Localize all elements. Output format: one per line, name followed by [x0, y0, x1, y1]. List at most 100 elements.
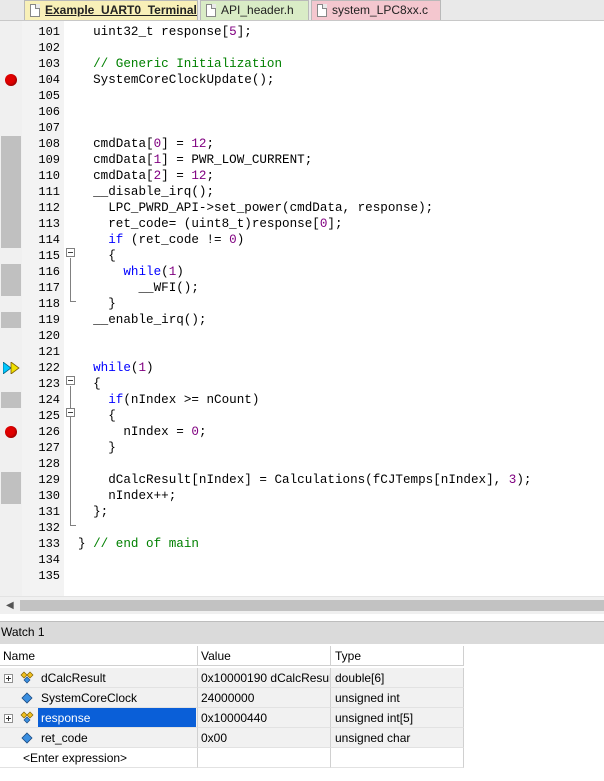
horizontal-scrollbar[interactable]: ◀	[0, 596, 604, 614]
code-text[interactable]: if (ret_code != 0)	[78, 232, 244, 248]
code-line[interactable]: 112 LPC_PWRD_API->set_power(cmdData, res…	[0, 200, 604, 216]
line-number: 121	[38, 345, 60, 359]
code-text[interactable]: nIndex++;	[78, 488, 176, 504]
tab-api-header[interactable]: API_header.h	[200, 0, 309, 20]
code-line[interactable]: 106	[0, 104, 604, 120]
code-text[interactable]: {	[78, 376, 101, 392]
code-line[interactable]: 104 SystemCoreClockUpdate();	[0, 72, 604, 88]
line-number: 135	[38, 569, 60, 583]
code-line[interactable]: 107	[0, 120, 604, 136]
expand-plus-icon[interactable]	[4, 714, 13, 723]
line-number: 120	[38, 329, 60, 343]
watch-row-name-cell[interactable]: dCalcResult	[0, 668, 198, 688]
line-number: 115	[38, 249, 60, 263]
watch-variable-name[interactable]: dCalcResult	[38, 668, 109, 687]
enter-expression-row[interactable]: <Enter expression>	[0, 748, 198, 768]
code-text[interactable]: while(1)	[78, 360, 153, 376]
watch-row-name-cell[interactable]: SystemCoreClock	[0, 688, 198, 708]
code-line[interactable]: 111 __disable_irq();	[0, 184, 604, 200]
column-header-value[interactable]: Value	[198, 646, 331, 666]
code-line[interactable]: 102	[0, 40, 604, 56]
code-line[interactable]: 121	[0, 344, 604, 360]
coverage-marker	[1, 264, 21, 280]
code-line[interactable]: 122 while(1)	[0, 360, 604, 376]
scroll-left-icon[interactable]: ◀	[6, 600, 14, 611]
code-line[interactable]: 125 {	[0, 408, 604, 424]
code-line[interactable]: 123 {	[0, 376, 604, 392]
code-line[interactable]: 114 if (ret_code != 0)	[0, 232, 604, 248]
code-text[interactable]: {	[78, 408, 116, 424]
coverage-marker	[1, 184, 21, 200]
watch-variable-value[interactable]: 0x00	[198, 728, 331, 748]
code-text[interactable]: uint32_t response[5];	[78, 24, 252, 40]
watch-variable-value[interactable]: 0x10000440	[198, 708, 331, 728]
code-text[interactable]: cmdData[0] = 12;	[78, 136, 214, 152]
code-line[interactable]: 108 cmdData[0] = 12;	[0, 136, 604, 152]
code-line[interactable]: 116 while(1)	[0, 264, 604, 280]
tab-system-lpc8xx[interactable]: system_LPC8xx.c	[311, 0, 441, 20]
code-line[interactable]: 130 nIndex++;	[0, 488, 604, 504]
code-line[interactable]: 113 ret_code= (uint8_t)response[0];	[0, 216, 604, 232]
watch-variable-name[interactable]: response	[38, 708, 196, 727]
code-text[interactable]: nIndex = 0;	[78, 424, 206, 440]
fold-end-marker	[70, 301, 76, 302]
watch-variable-value[interactable]: 0x10000190 dCalcResult	[198, 668, 331, 688]
code-text[interactable]: while(1)	[78, 264, 183, 280]
code-text[interactable]: {	[78, 248, 116, 264]
code-text[interactable]: dCalcResult[nIndex] = Calculations(fCJTe…	[78, 472, 531, 488]
code-line[interactable]: 118 }	[0, 296, 604, 312]
breakpoint-icon[interactable]	[5, 426, 17, 438]
code-line[interactable]: 124 if(nIndex >= nCount)	[0, 392, 604, 408]
code-line[interactable]: 115 {	[0, 248, 604, 264]
code-line[interactable]: 103 // Generic Initialization	[0, 56, 604, 72]
code-text[interactable]: if(nIndex >= nCount)	[78, 392, 259, 408]
code-text[interactable]: ret_code= (uint8_t)response[0];	[78, 216, 342, 232]
line-number: 109	[38, 153, 60, 167]
code-line[interactable]: 105	[0, 88, 604, 104]
code-text[interactable]: }	[78, 440, 116, 456]
code-line[interactable]: 119 __enable_irq();	[0, 312, 604, 328]
watch-variable-value[interactable]: 24000000	[198, 688, 331, 708]
tab-example-uart0-terminal[interactable]: Example_UART0_Terminal.c	[24, 0, 198, 20]
code-line[interactable]: 109 cmdData[1] = PWR_LOW_CURRENT;	[0, 152, 604, 168]
code-editor[interactable]: 101 uint32_t response[5]; 102 103 // Gener…	[0, 21, 604, 596]
code-line[interactable]: 134	[0, 552, 604, 568]
code-text[interactable]: __enable_irq();	[78, 312, 206, 328]
column-header-name[interactable]: Name	[0, 646, 198, 666]
scrollbar-thumb[interactable]	[20, 600, 604, 611]
expand-plus-icon[interactable]	[4, 674, 13, 683]
code-text[interactable]: // Generic Initialization	[78, 56, 282, 72]
fold-toggle-line-125[interactable]	[66, 408, 75, 417]
enter-expression-label[interactable]: <Enter expression>	[20, 748, 130, 767]
code-text[interactable]: SystemCoreClockUpdate();	[78, 72, 274, 88]
fold-toggle-line-123[interactable]	[66, 376, 75, 385]
watch-variable-name[interactable]: SystemCoreClock	[38, 688, 140, 707]
column-header-type[interactable]: Type	[331, 646, 464, 666]
code-line[interactable]: 133} // end of main	[0, 536, 604, 552]
code-text[interactable]: LPC_PWRD_API->set_power(cmdData, respons…	[78, 200, 433, 216]
code-text[interactable]: __WFI();	[78, 280, 198, 296]
breakpoint-icon[interactable]	[5, 74, 17, 86]
watch-row-name-cell[interactable]: ret_code	[0, 728, 198, 748]
code-line[interactable]: 129 dCalcResult[nIndex] = Calculations(f…	[0, 472, 604, 488]
code-line[interactable]: 120	[0, 328, 604, 344]
code-text[interactable]: } // end of main	[78, 536, 199, 552]
code-line[interactable]: 132	[0, 520, 604, 536]
code-text[interactable]: cmdData[1] = PWR_LOW_CURRENT;	[78, 152, 312, 168]
code-text[interactable]: }	[78, 296, 116, 312]
watch-variable-name[interactable]: ret_code	[38, 728, 91, 747]
code-text[interactable]: cmdData[2] = 12;	[78, 168, 214, 184]
code-line[interactable]: 135	[0, 568, 604, 584]
watch-row-name-cell[interactable]: response	[0, 708, 198, 728]
code-line[interactable]: 128	[0, 456, 604, 472]
code-line[interactable]: 101 uint32_t response[5];	[0, 24, 604, 40]
code-line[interactable]: 117 __WFI();	[0, 280, 604, 296]
line-number: 131	[38, 505, 60, 519]
code-line[interactable]: 126 nIndex = 0;	[0, 424, 604, 440]
fold-toggle-line-115[interactable]	[66, 248, 75, 257]
code-line[interactable]: 127 }	[0, 440, 604, 456]
code-line[interactable]: 110 cmdData[2] = 12;	[0, 168, 604, 184]
code-text[interactable]: };	[78, 504, 108, 520]
code-text[interactable]: __disable_irq();	[78, 184, 214, 200]
code-line[interactable]: 131 };	[0, 504, 604, 520]
